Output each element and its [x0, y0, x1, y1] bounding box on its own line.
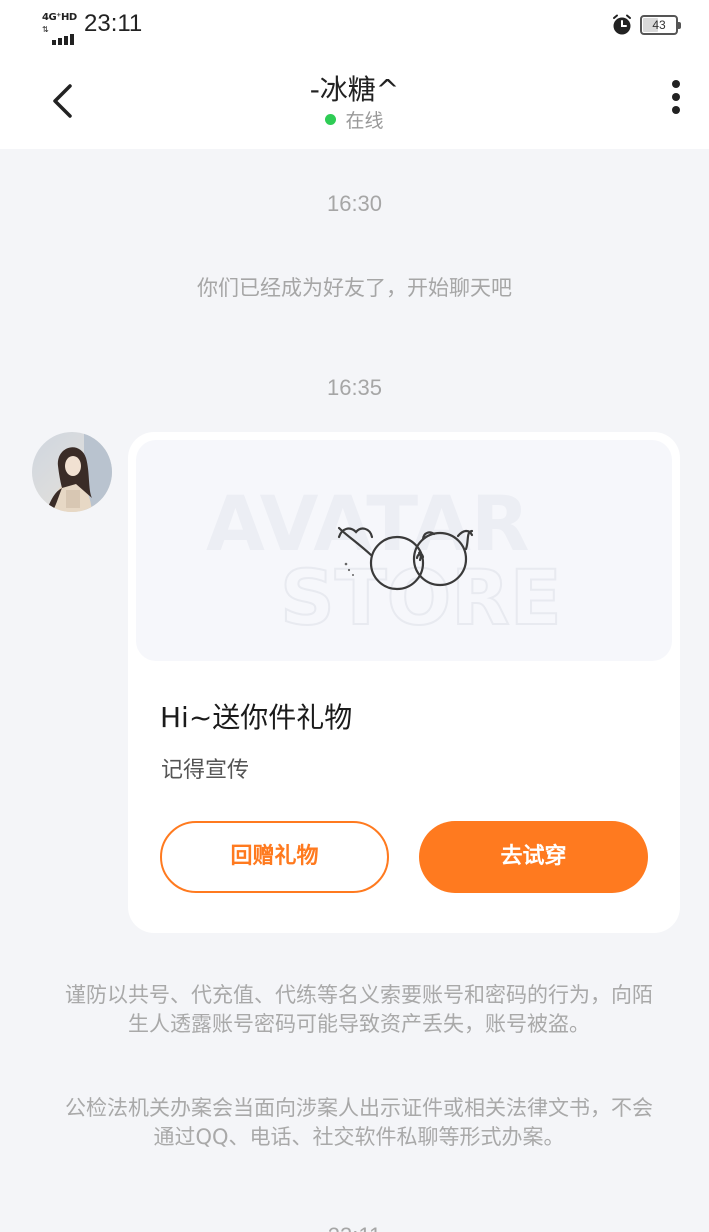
online-status: 在线 — [0, 106, 709, 133]
return-gift-button[interactable]: 回赠礼物 — [160, 821, 389, 893]
more-dot-icon — [672, 106, 680, 114]
data-arrows-icon: ⇅ — [42, 25, 49, 34]
watermark-text: STORE — [280, 553, 562, 642]
gift-preview-image[interactable]: AVATAR STORE — [136, 440, 672, 661]
gift-card-subtitle: 记得宣传 — [161, 758, 250, 783]
network-indicator: 4G⁺HD ⇅ — [42, 12, 78, 45]
online-status-label: 在线 — [345, 110, 384, 132]
avatar-image — [32, 432, 112, 512]
glasses-illustration: AVATAR STORE — [206, 479, 563, 643]
security-notice: 谨防以共号、代充值、代练等名义索要账号和密码的行为，向陌生人透露账号密码可能导致… — [65, 983, 653, 1036]
network-label: 4G⁺HD — [42, 12, 77, 23]
timestamp: 16:35 — [326, 375, 383, 400]
chat-header: -冰糖^ 在线 — [0, 52, 709, 149]
more-dot-icon — [672, 80, 680, 88]
timestamp: 23:11 — [0, 1223, 709, 1232]
gift-card[interactable]: AVATAR STORE Hi~送你件礼物 记得宣传 回赠礼物 去试穿 — [128, 432, 680, 933]
contact-avatar[interactable] — [32, 432, 112, 512]
legal-notice: 公检法机关办案会当面向涉案人出示证件或相关法律文书，不会通过QQ、电话、社交软件… — [65, 1096, 653, 1149]
chat-area[interactable]: 16:30 你们已经成为好友了，开始聊天吧 16:35 AVATAR STORE — [0, 149, 709, 1232]
more-options-button[interactable] — [660, 80, 692, 124]
battery-level: 43 — [652, 18, 666, 32]
gift-card-title: Hi~送你件礼物 — [160, 701, 353, 734]
status-time: 23:11 — [84, 10, 143, 37]
timestamp: 16:30 — [326, 191, 383, 216]
try-on-button[interactable]: 去试穿 — [419, 821, 648, 893]
online-dot-icon — [325, 114, 337, 125]
battery-icon: 43 — [640, 15, 681, 35]
system-message: 你们已经成为好友了，开始聊天吧 — [197, 276, 512, 300]
status-bar: 4G⁺HD ⇅ 23:11 43 — [0, 0, 709, 52]
signal-icon — [52, 26, 76, 45]
alarm-icon — [613, 14, 631, 35]
more-dot-icon — [672, 93, 680, 101]
contact-name: -冰糖^ — [309, 73, 400, 106]
